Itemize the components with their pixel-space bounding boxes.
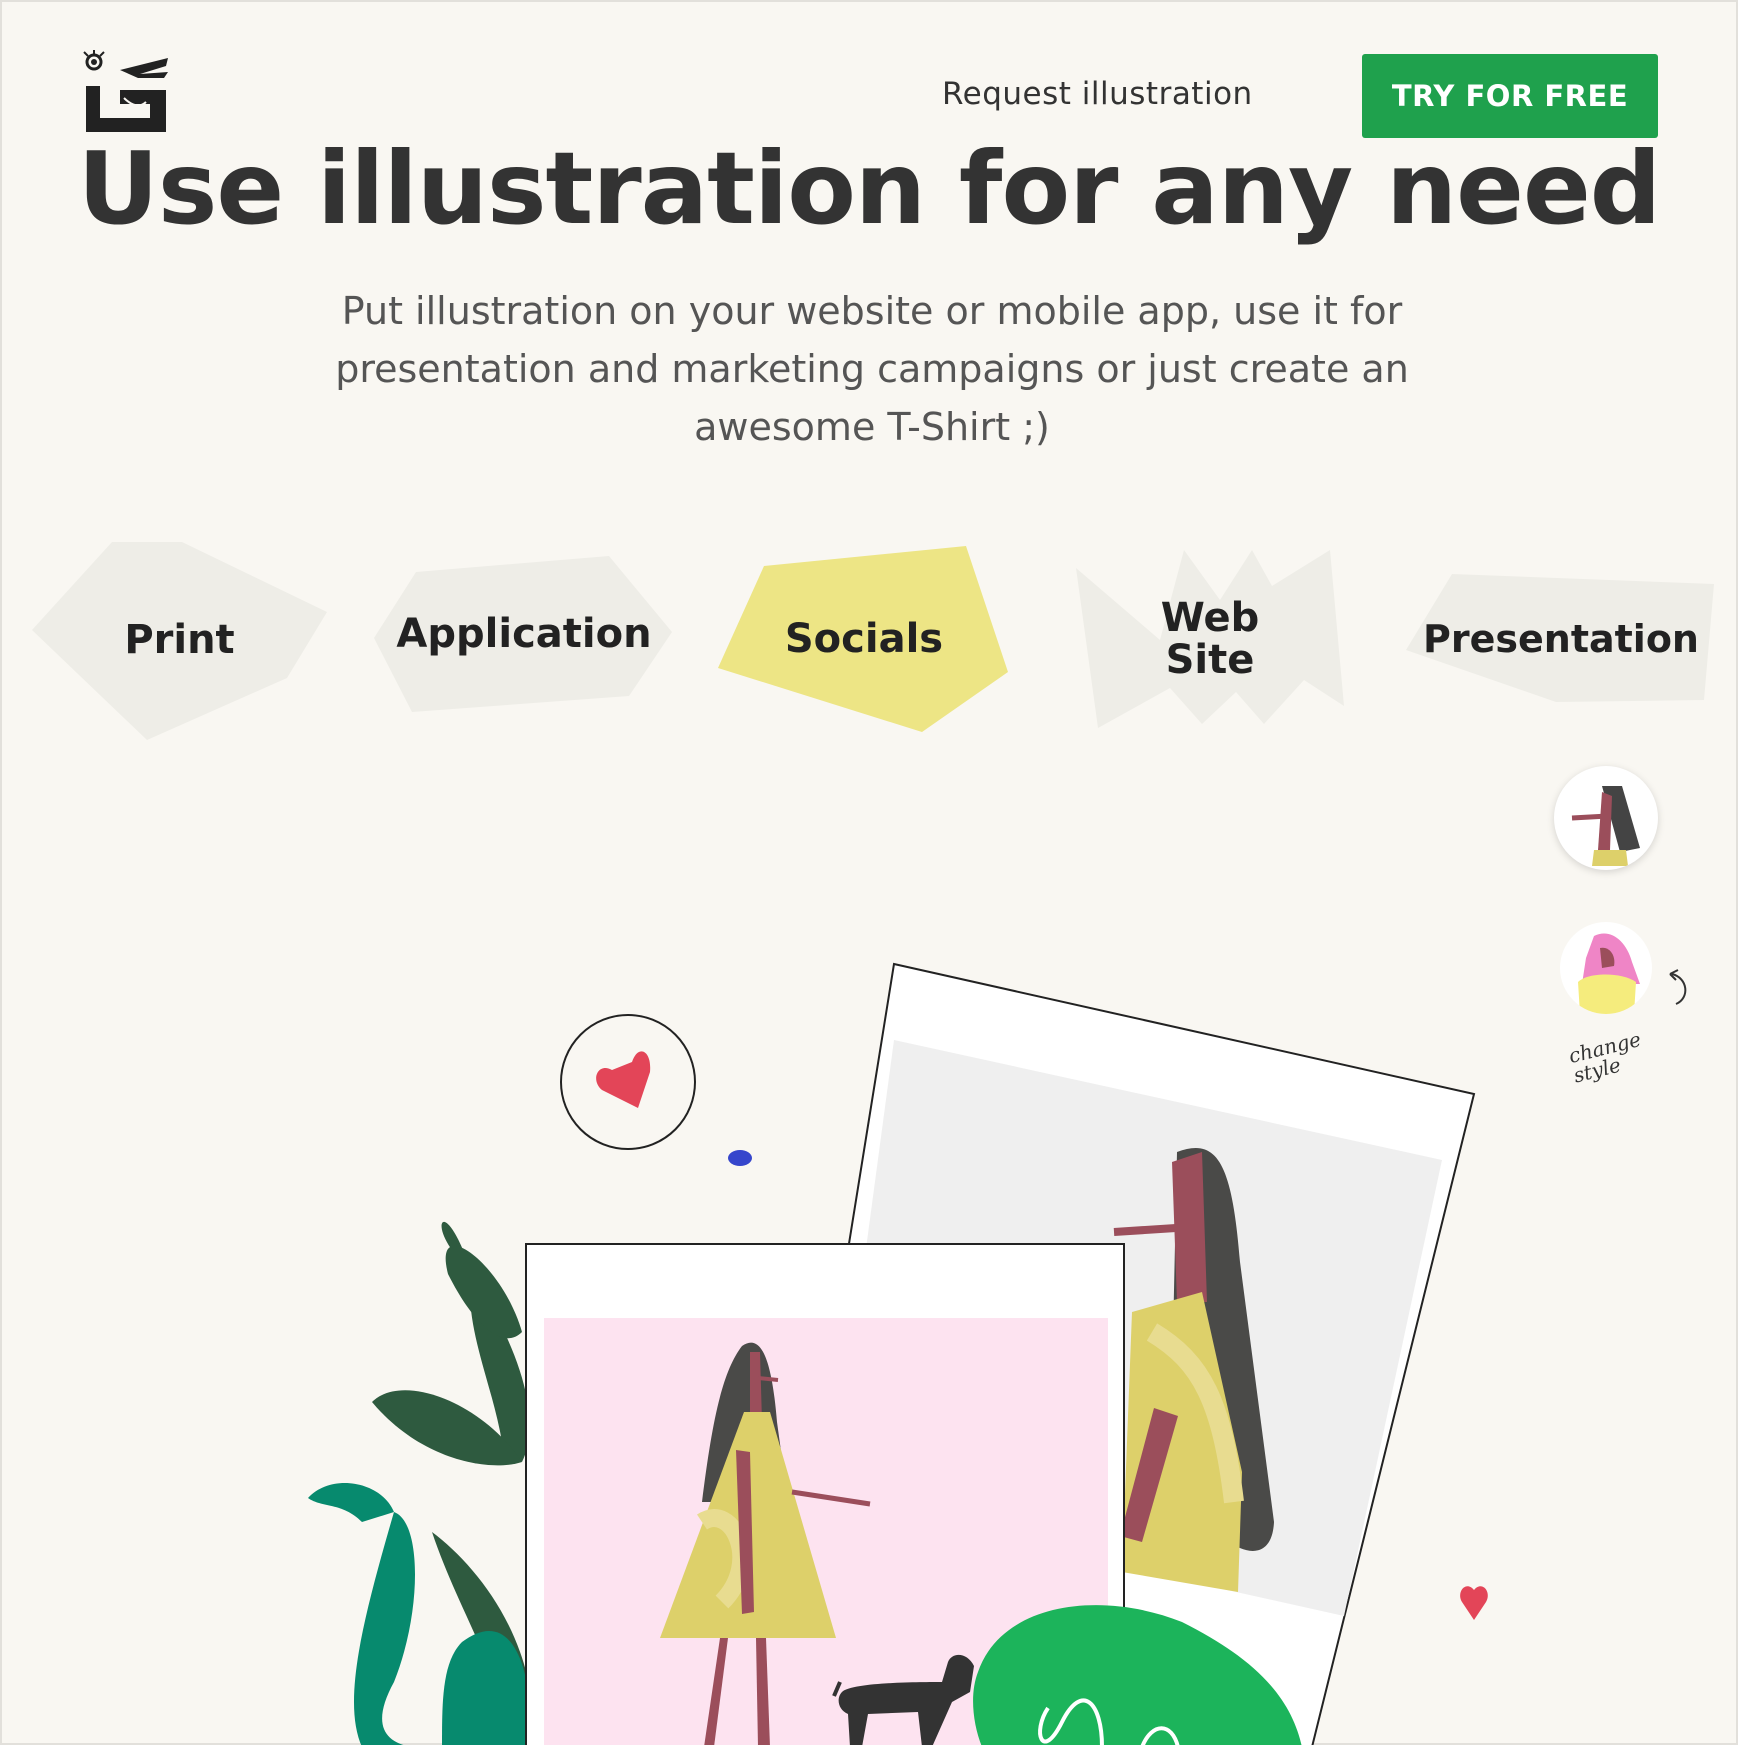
plant-leaves — [308, 1221, 532, 1745]
small-heart-icon — [1460, 1586, 1488, 1620]
hero-illustration — [308, 962, 1488, 1745]
heart-icon — [596, 1051, 651, 1108]
blue-dot — [728, 1150, 752, 1166]
heart-bubble — [560, 1014, 696, 1150]
